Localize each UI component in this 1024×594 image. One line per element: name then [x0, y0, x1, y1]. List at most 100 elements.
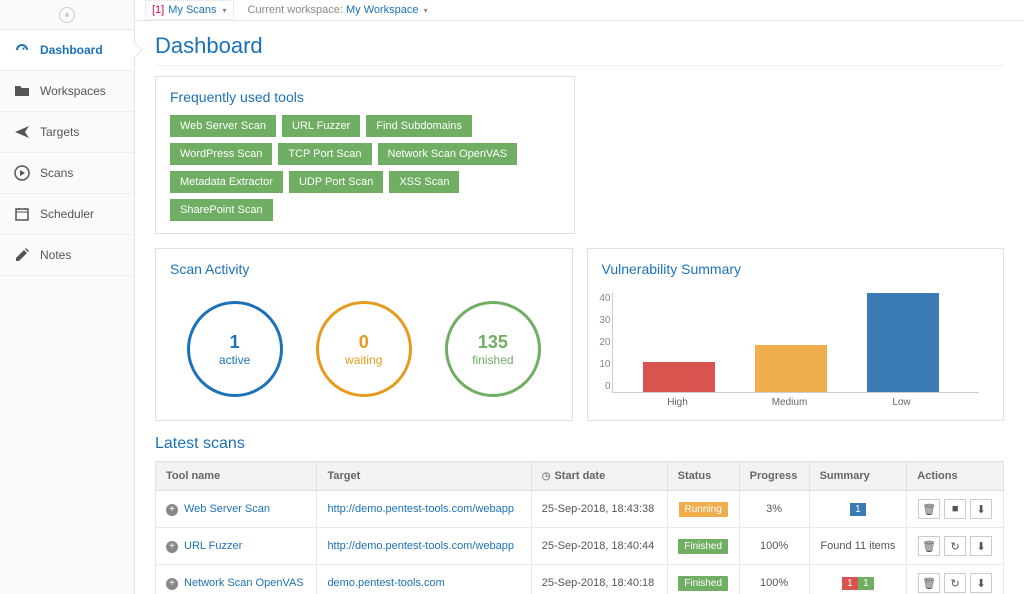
activity-active[interactable]: 1 active	[187, 301, 283, 397]
target-link[interactable]: demo.pentest-tools.com	[327, 577, 444, 589]
trash-button[interactable]: 🗑	[918, 536, 940, 556]
topbar: [1] My Scans ▾ Current workspace: My Wor…	[135, 0, 1024, 21]
clock-icon: ◷	[542, 471, 551, 482]
sidebar: Dashboard Workspaces Targets Scans Scheduler…	[0, 0, 135, 594]
expand-icon[interactable]: +	[166, 504, 178, 516]
expand-icon[interactable]: +	[166, 578, 178, 590]
tool-link[interactable]: URL Fuzzer	[184, 540, 242, 552]
bar-high	[643, 362, 715, 392]
col-tool: Tool name	[156, 462, 317, 491]
start-date: 25-Sep-2018, 18:40:44	[531, 528, 667, 565]
col-target: Target	[317, 462, 531, 491]
xlabel: Low	[866, 397, 938, 408]
sidebar-item-label: Dashboard	[40, 43, 103, 57]
tool-find-subdomains[interactable]: Find Subdomains	[366, 115, 472, 137]
dashboard-icon	[14, 42, 30, 58]
target-link[interactable]: http://demo.pentest-tools.com/webapp	[327, 503, 514, 515]
col-start: ◷Start date	[531, 462, 667, 491]
sidebar-item-notes[interactable]: Notes	[0, 235, 134, 276]
latest-scans-table: Tool name Target ◷Start date Status Prog…	[155, 461, 1004, 594]
summary-badge: 1	[842, 577, 858, 590]
workspace-name: My Workspace	[346, 4, 419, 16]
panel-vuln-summary: Vulnerability Summary 403020100 HighMedi…	[587, 248, 1005, 421]
bar-medium	[755, 345, 827, 392]
edit-icon	[14, 247, 30, 263]
main: [1] My Scans ▾ Current workspace: My Wor…	[135, 0, 1024, 594]
tab-count: [1]	[152, 4, 164, 16]
start-date: 25-Sep-2018, 18:43:38	[531, 491, 667, 528]
col-progress: Progress	[739, 462, 809, 491]
activity-label: waiting	[345, 353, 382, 367]
page-title: Dashboard	[155, 33, 1004, 66]
col-actions: Actions	[907, 462, 1004, 491]
download-button[interactable]: ⬇	[970, 536, 992, 556]
tool-wordpress-scan[interactable]: WordPress Scan	[170, 143, 272, 165]
activity-waiting[interactable]: 0 waiting	[316, 301, 412, 397]
tool-link[interactable]: Web Server Scan	[184, 503, 270, 515]
progress: 100%	[739, 565, 809, 594]
stop-button[interactable]: ■	[944, 499, 966, 519]
workspace-selector[interactable]: Current workspace: My Workspace ▾	[248, 4, 428, 16]
vuln-chart: 403020100 HighMediumLow	[602, 287, 990, 408]
xlabel: High	[642, 397, 714, 408]
sidebar-item-scheduler[interactable]: Scheduler	[0, 194, 134, 235]
tab-my-scans[interactable]: [1] My Scans ▾	[145, 0, 234, 20]
sidebar-item-label: Workspaces	[40, 84, 106, 98]
trash-button[interactable]: 🗑	[918, 573, 940, 593]
summary-badge: 1	[858, 577, 874, 590]
sidebar-item-label: Scheduler	[40, 207, 94, 221]
target-link[interactable]: http://demo.pentest-tools.com/webapp	[327, 540, 514, 552]
status-badge: Finished	[678, 539, 728, 554]
panel-title: Vulnerability Summary	[602, 261, 990, 277]
sidebar-item-targets[interactable]: Targets	[0, 112, 134, 153]
folder-icon	[14, 83, 30, 99]
table-row: + Network Scan OpenVAS demo.pentest-tools.…	[156, 565, 1004, 594]
progress: 100%	[739, 528, 809, 565]
tool-xss-scan[interactable]: XSS Scan	[389, 171, 459, 193]
sidebar-logo	[0, 0, 134, 30]
table-row: + Web Server Scan http://demo.pentest-tool…	[156, 491, 1004, 528]
panel-scan-activity: Scan Activity 1 active 0 waiting 135 fin	[155, 248, 573, 421]
tool-metadata-extractor[interactable]: Metadata Extractor	[170, 171, 283, 193]
activity-count: 1	[230, 332, 240, 353]
activity-count: 0	[359, 332, 369, 353]
tool-network-scan-openvas[interactable]: Network Scan OpenVAS	[378, 143, 518, 165]
chevron-down-icon: ▾	[223, 6, 227, 15]
download-button[interactable]: ⬇	[970, 499, 992, 519]
chevron-down-icon: ▾	[424, 6, 428, 15]
play-icon	[14, 165, 30, 181]
activity-label: active	[219, 353, 250, 367]
sidebar-item-scans[interactable]: Scans	[0, 153, 134, 194]
rescan-button[interactable]: ↻	[944, 573, 966, 593]
sidebar-item-workspaces[interactable]: Workspaces	[0, 71, 134, 112]
activity-finished[interactable]: 135 finished	[445, 301, 541, 397]
plane-icon	[14, 124, 30, 140]
tab-label: My Scans	[168, 4, 216, 16]
download-button[interactable]: ⬇	[970, 573, 992, 593]
summary-badge: 1	[850, 503, 866, 516]
expand-icon[interactable]: +	[166, 541, 178, 553]
progress: 3%	[739, 491, 809, 528]
tool-web-server-scan[interactable]: Web Server Scan	[170, 115, 276, 137]
status-badge: Running	[679, 502, 728, 517]
sidebar-item-label: Targets	[40, 125, 79, 139]
tool-tcp-port-scan[interactable]: TCP Port Scan	[278, 143, 371, 165]
activity-label: finished	[472, 353, 513, 367]
tool-link[interactable]: Network Scan OpenVAS	[184, 577, 304, 589]
panel-title: Scan Activity	[170, 261, 558, 277]
bar-low	[867, 293, 939, 392]
rescan-button[interactable]: ↻	[944, 536, 966, 556]
section-title-latest: Latest scans	[155, 435, 1004, 453]
sidebar-item-label: Notes	[40, 248, 71, 262]
status-badge: Finished	[678, 576, 728, 591]
tool-url-fuzzer[interactable]: URL Fuzzer	[282, 115, 360, 137]
tool-udp-port-scan[interactable]: UDP Port Scan	[289, 171, 383, 193]
workspace-label: Current workspace:	[248, 4, 343, 16]
trash-button[interactable]: 🗑	[918, 499, 940, 519]
table-row: + URL Fuzzer http://demo.pentest-tools.com…	[156, 528, 1004, 565]
sidebar-item-dashboard[interactable]: Dashboard	[0, 30, 134, 71]
xlabel: Medium	[754, 397, 826, 408]
col-summary: Summary	[809, 462, 907, 491]
panel-title: Frequently used tools	[170, 89, 560, 105]
tool-sharepoint-scan[interactable]: SharePoint Scan	[170, 199, 273, 221]
